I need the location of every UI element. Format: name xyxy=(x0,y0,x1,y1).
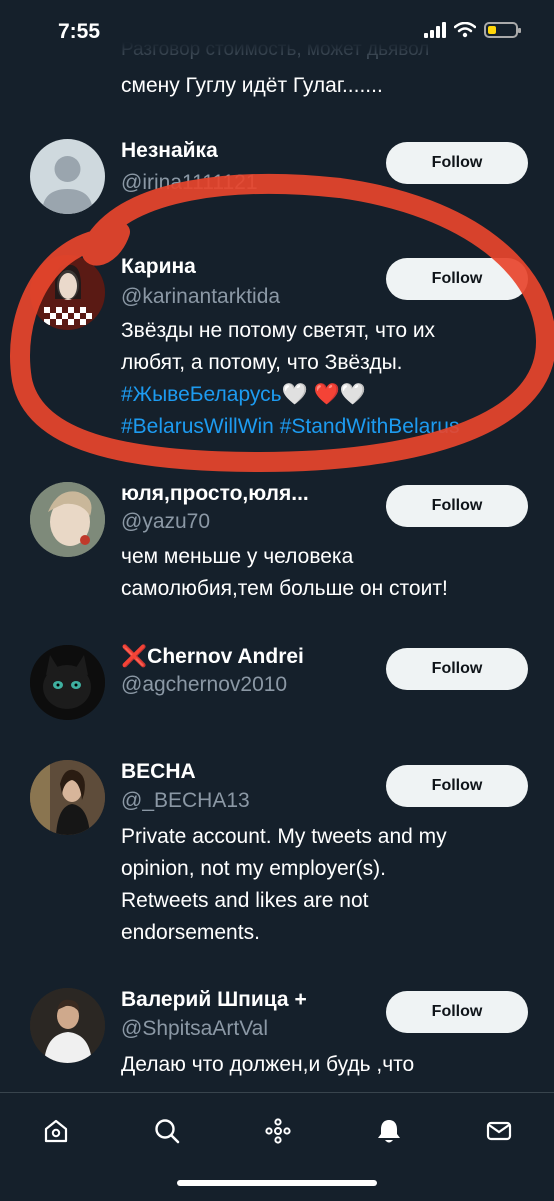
tab-search[interactable] xyxy=(147,1111,187,1151)
status-time: 7:55 xyxy=(58,20,101,43)
search-icon xyxy=(155,1119,180,1144)
wifi-icon xyxy=(454,22,476,38)
user-bio: Делаю что должен,и будь ,что xyxy=(121,1049,531,1081)
user-handle: @irina1111121 xyxy=(121,171,258,194)
avatar-image xyxy=(30,645,105,720)
tab-home[interactable] xyxy=(36,1111,76,1151)
avatar xyxy=(30,482,105,557)
bio-hashtag-line[interactable]: #ЖывеБеларусь🤍 ❤️🤍 xyxy=(121,379,531,411)
user-bio: Private account. My tweets and my opinio… xyxy=(121,821,531,949)
bio-hashtag-line[interactable]: #BelarusWillWin #StandWithBelarus xyxy=(121,411,531,443)
follow-button[interactable]: Follow xyxy=(386,485,528,527)
user-name: Валерий Шпица + xyxy=(121,988,307,1011)
user-bio: чем меньше у человека самолюбия,тем боль… xyxy=(121,541,531,605)
user-name: ❌Chernov Andrei xyxy=(121,645,304,668)
bio-line: Делаю что должен,и будь ,что xyxy=(121,1053,415,1076)
avatar xyxy=(30,645,105,720)
avatar xyxy=(30,255,105,330)
follow-button[interactable]: Follow xyxy=(386,258,528,300)
user-name: Карина xyxy=(121,255,196,278)
bio-line: endorsements. xyxy=(121,921,260,944)
user-name: Незнайка xyxy=(121,139,218,162)
follow-button[interactable]: Follow xyxy=(386,648,528,690)
tab-notifications[interactable] xyxy=(369,1111,409,1151)
avatar-image xyxy=(30,482,105,557)
avatar xyxy=(30,988,105,1063)
bio-line: самолюбия,тем больше он стоит! xyxy=(121,577,448,600)
notifications-icon xyxy=(378,1120,400,1143)
bio-line: Звёзды не потому светят, что их xyxy=(121,319,436,342)
battery-icon xyxy=(484,22,521,38)
user-handle: @ShpitsaArtVal xyxy=(121,1017,268,1040)
status-icons xyxy=(424,22,521,38)
default-avatar-icon xyxy=(42,156,93,214)
home-icon xyxy=(44,1119,68,1143)
signal-icon xyxy=(424,22,446,38)
home-indicator[interactable] xyxy=(177,1180,377,1186)
user-name: юля,просто,юля... xyxy=(121,482,309,505)
follow-button[interactable]: Follow xyxy=(386,765,528,807)
bio-line: opinion, not my employer(s). xyxy=(121,857,386,880)
user-handle: @agchernov2010 xyxy=(121,673,288,696)
bio-line: чем меньше у человека xyxy=(121,545,354,568)
feed: Разговор стоимость, может дьявол смену Г… xyxy=(0,0,554,1092)
avatar xyxy=(30,139,105,214)
spaces-icon xyxy=(265,1118,291,1144)
avatar-image xyxy=(30,255,105,330)
avatar-image xyxy=(30,988,105,1063)
avatar-image xyxy=(30,760,105,835)
user-handle: @karinantarktida xyxy=(121,285,281,308)
avatar xyxy=(30,760,105,835)
bio-line: Retweets and likes are not xyxy=(121,889,369,912)
messages-icon xyxy=(486,1121,512,1141)
user-handle: @yazu70 xyxy=(121,510,211,533)
bio-line: любят, а потому, что Звёзды. xyxy=(121,351,403,374)
tab-spaces[interactable] xyxy=(258,1111,298,1151)
follow-button[interactable]: Follow xyxy=(386,991,528,1033)
user-name: ВЕСНА xyxy=(121,760,196,783)
tab-messages[interactable] xyxy=(479,1111,519,1151)
status-bar: 7:55 xyxy=(0,0,554,60)
user-bio: Звёзды не потому светят, что их любят, а… xyxy=(121,315,531,443)
bio-line: Private account. My tweets and my xyxy=(121,825,447,848)
previous-bio-line: смену Гуглу идёт Гулаг....... xyxy=(121,74,383,97)
user-handle: @_BECHA13 xyxy=(121,789,250,812)
follow-button[interactable]: Follow xyxy=(386,142,528,184)
